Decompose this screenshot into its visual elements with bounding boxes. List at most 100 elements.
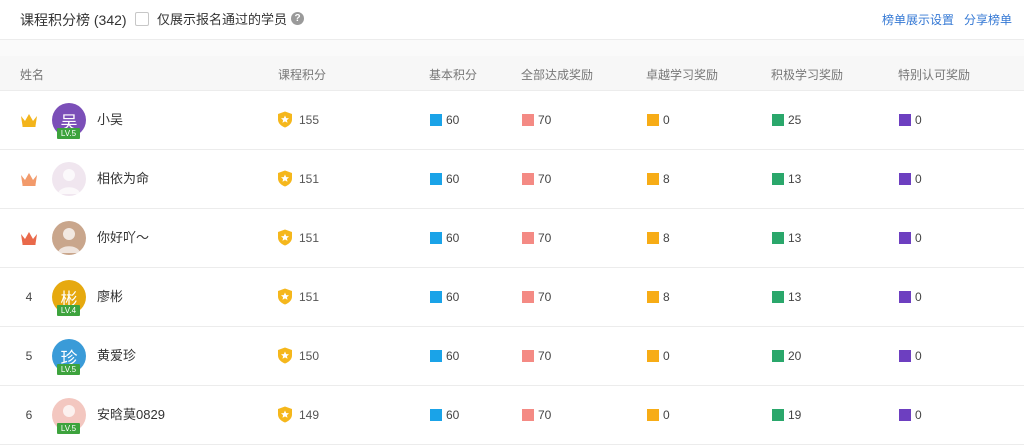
basic-score-cell: 60 [430, 290, 459, 304]
table-row[interactable]: 6 LV.5 安晗莫0829 149 60 70 0 19 0 [0, 386, 1024, 445]
active-score-cell: 20 [772, 349, 801, 363]
shield-star-icon [278, 229, 292, 246]
shield-star-icon [278, 288, 292, 305]
active-score-cell: 13 [772, 290, 801, 304]
special-score-value: 0 [915, 172, 922, 186]
active-score-cell: 13 [772, 231, 801, 245]
excellent-score-cell: 8 [647, 290, 670, 304]
complete-score-value: 70 [538, 231, 552, 245]
active-score-value: 13 [788, 290, 802, 304]
course-score-cell: 151 [277, 288, 319, 305]
share-ranking-link[interactable]: 分享榜单 [964, 11, 1012, 28]
complete-color-square-icon [522, 232, 534, 244]
complete-score-cell: 70 [522, 231, 551, 245]
shield-star-icon [278, 406, 292, 423]
excellent-color-square-icon [647, 350, 659, 362]
special-color-square-icon [899, 409, 911, 421]
table-row[interactable]: 你好吖～ 151 60 70 8 13 0 [0, 209, 1024, 268]
bronze-crown-icon [21, 232, 37, 245]
course-score-value: 151 [299, 289, 320, 304]
excellent-score-value: 0 [663, 408, 670, 422]
table-row[interactable]: 相依为命 151 60 70 8 13 0 [0, 150, 1024, 209]
active-score-cell: 19 [772, 408, 801, 422]
complete-score-value: 70 [538, 172, 552, 186]
page-title: 课程积分榜 (342) [20, 12, 127, 28]
column-header-excellent-reward: 卓越学习奖励 [646, 68, 719, 82]
basic-score-cell: 60 [430, 349, 459, 363]
column-header-special-reward: 特别认可奖励 [898, 68, 971, 82]
excellent-score-value: 8 [663, 290, 670, 304]
special-score-value: 0 [915, 113, 922, 127]
special-color-square-icon [899, 232, 911, 244]
filter-checkbox[interactable] [135, 11, 149, 26]
student-name[interactable]: 相依为命 [97, 168, 149, 187]
filter-label[interactable]: 仅展示报名通过的学员 [157, 9, 287, 28]
student-name[interactable]: 小吴 [97, 109, 123, 128]
table-header: 姓名 课程积分 基本积分 全部达成奖励 卓越学习奖励 积极学习奖励 特别认可奖励 [0, 56, 1024, 91]
column-header-basic-score: 基本积分 [429, 68, 478, 82]
course-score-cell: 149 [277, 406, 319, 423]
column-header-name: 姓名 [20, 68, 45, 82]
filter-option[interactable]: 仅展示报名通过的学员 ? [135, 9, 305, 28]
shield-star-icon [278, 347, 292, 364]
complete-score-value: 70 [538, 349, 552, 363]
complete-score-value: 70 [538, 408, 552, 422]
active-score-cell: 13 [772, 172, 801, 186]
leaderboard-table: 姓名 课程积分 基本积分 全部达成奖励 卓越学习奖励 积极学习奖励 特别认可奖励… [0, 56, 1024, 445]
basic-color-square-icon [430, 350, 442, 362]
basic-score-value: 60 [446, 349, 460, 363]
excellent-score-value: 0 [663, 349, 670, 363]
student-name[interactable]: 你好吖～ [97, 227, 149, 246]
basic-score-value: 60 [446, 113, 460, 127]
rank-cell: 5 [25, 349, 33, 363]
level-badge: LV.4 [57, 305, 80, 316]
question-icon[interactable]: ? [291, 12, 305, 25]
basic-color-square-icon [430, 291, 442, 303]
active-color-square-icon [772, 291, 784, 303]
basic-score-cell: 60 [430, 408, 459, 422]
complete-score-cell: 70 [522, 349, 551, 363]
active-score-value: 20 [788, 349, 802, 363]
student-name[interactable]: 安晗莫0829 [97, 404, 165, 423]
level-badge: LV.5 [57, 364, 80, 375]
basic-score-value: 60 [446, 231, 460, 245]
rank-cell: 6 [25, 408, 33, 422]
active-color-square-icon [772, 409, 784, 421]
user-photo-icon [58, 169, 80, 194]
table-row[interactable]: 吴 LV.5 小吴 155 60 70 0 25 0 [0, 91, 1024, 150]
special-score-value: 0 [915, 349, 922, 363]
complete-color-square-icon [522, 114, 534, 126]
rank-cell [20, 170, 38, 188]
special-color-square-icon [899, 350, 911, 362]
course-score-value: 150 [299, 348, 320, 363]
excellent-color-square-icon [647, 291, 659, 303]
basic-score-value: 60 [446, 172, 460, 186]
avatar[interactable] [52, 221, 86, 255]
active-score-value: 25 [788, 113, 802, 127]
active-color-square-icon [772, 114, 784, 126]
excellent-score-cell: 8 [647, 231, 670, 245]
course-score-value: 151 [299, 171, 320, 186]
excellent-score-value: 8 [663, 231, 670, 245]
course-score-value: 155 [299, 112, 320, 127]
excellent-color-square-icon [647, 114, 659, 126]
student-name[interactable]: 黄爱珍 [97, 345, 136, 364]
special-score-cell: 0 [899, 231, 922, 245]
active-score-value: 13 [788, 172, 802, 186]
table-row[interactable]: 5 珍 LV.5 黄爱珍 150 60 70 0 20 0 [0, 327, 1024, 386]
complete-score-cell: 70 [522, 408, 551, 422]
section-gap [0, 40, 1024, 56]
special-color-square-icon [899, 114, 911, 126]
table-row[interactable]: 4 彬 LV.4 廖彬 151 60 70 8 13 0 [0, 268, 1024, 327]
course-score-cell: 150 [277, 347, 319, 364]
shield-star-icon [278, 111, 292, 128]
avatar[interactable] [52, 162, 86, 196]
complete-color-square-icon [522, 350, 534, 362]
special-score-cell: 0 [899, 113, 922, 127]
special-score-cell: 0 [899, 290, 922, 304]
basic-score-value: 60 [446, 290, 460, 304]
active-color-square-icon [772, 232, 784, 244]
ranking-settings-link[interactable]: 榜单展示设置 [882, 11, 954, 28]
complete-score-value: 70 [538, 113, 552, 127]
student-name[interactable]: 廖彬 [97, 286, 123, 305]
